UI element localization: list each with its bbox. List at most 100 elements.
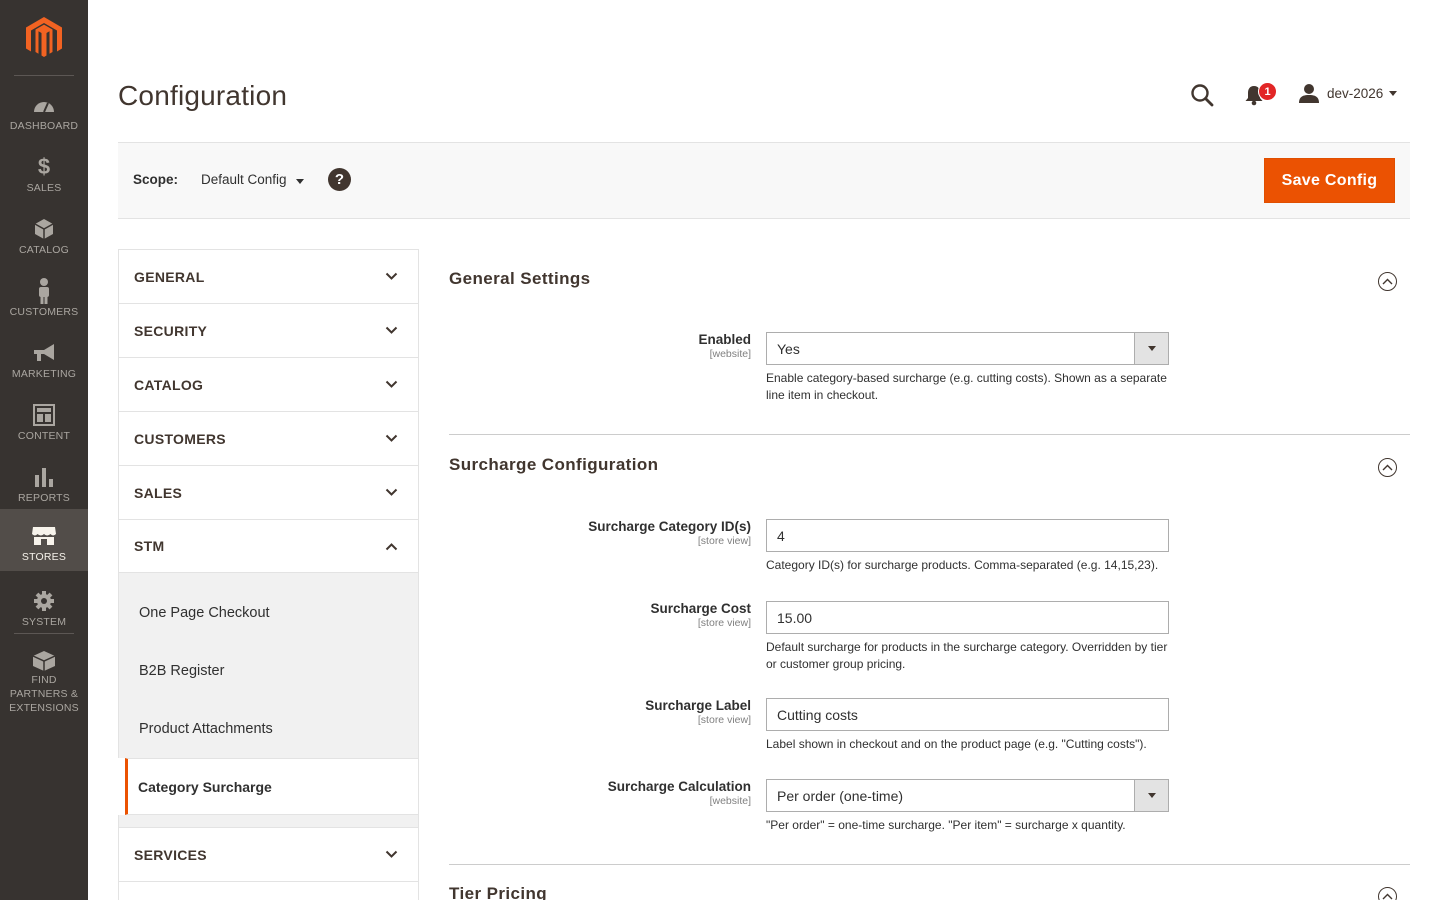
- field-scope: [store view]: [697, 617, 751, 629]
- tab-label: SALES: [134, 484, 183, 501]
- tab-customers[interactable]: CUSTOMERS: [118, 411, 419, 465]
- section-general-settings: General Settings Enabled [website] Yes E…: [449, 249, 1410, 435]
- surcharge-label-input[interactable]: Cutting costs: [766, 698, 1169, 731]
- field-row-enabled: Enabled [website] Yes Enable category-ba…: [449, 309, 1410, 409]
- enabled-select[interactable]: Yes: [766, 332, 1169, 365]
- tab-catalog[interactable]: CATALOG: [118, 357, 419, 411]
- config-content: General Settings Enabled [website] Yes E…: [449, 249, 1410, 900]
- chevron-down-icon: [1147, 793, 1156, 798]
- field-comment: Label shown in checkout and on the produ…: [766, 737, 1147, 751]
- tab-item-label: B2B Register: [139, 663, 225, 679]
- tab-general[interactable]: GENERAL: [118, 249, 419, 303]
- chevron-down-icon: [1389, 90, 1398, 96]
- save-config-button[interactable]: Save Config: [1264, 158, 1395, 203]
- surcharge-calculation-select[interactable]: Per order (one-time): [766, 779, 1169, 812]
- menu-divider: [14, 75, 74, 76]
- menu-item-catalog[interactable]: CATALOG: [0, 202, 88, 264]
- menu-item-marketing[interactable]: MARKETING: [0, 326, 88, 388]
- field-comment: Category ID(s) for surcharge products. C…: [766, 558, 1159, 572]
- user-icon: [1299, 84, 1319, 103]
- field-comment: "Per order" = one-time surcharge. "Per i…: [766, 818, 1126, 832]
- user-account-menu[interactable]: dev-2026: [1299, 82, 1398, 104]
- section-header[interactable]: General Settings: [449, 249, 1410, 309]
- field-row-label: Surcharge Label [store view] Cutting cos…: [449, 697, 1410, 757]
- tab-stm[interactable]: STM: [118, 519, 419, 572]
- tab-group-spacer: [118, 815, 419, 827]
- collapse-icon: [1378, 272, 1397, 291]
- tab-label: CUSTOMERS: [134, 430, 226, 447]
- scope-value: Default Config: [201, 172, 287, 187]
- field-label-text: Surcharge Label: [645, 698, 751, 713]
- tab-security[interactable]: SECURITY: [118, 303, 419, 357]
- field-label-text: Surcharge Calculation: [607, 779, 751, 794]
- category-ids-input[interactable]: 4: [766, 519, 1169, 552]
- tab-item-label: One Page Checkout: [139, 605, 270, 621]
- dollar-icon: $: [37, 154, 51, 179]
- select-value: Yes: [777, 340, 800, 357]
- tab-label: SECURITY: [134, 322, 208, 339]
- field-label-text: Surcharge Category ID(s): [588, 519, 751, 534]
- tab-next[interactable]: [118, 881, 419, 900]
- field-label-text: Enabled: [698, 332, 751, 347]
- storefront-icon: [31, 523, 57, 549]
- username: dev-2026: [1327, 85, 1384, 101]
- search-icon: [1191, 84, 1214, 107]
- menu-item-sales[interactable]: $ SALES: [0, 140, 88, 202]
- section-tier-pricing: Tier Pricing: [449, 865, 1410, 900]
- select-arrow: [1134, 780, 1168, 811]
- help-icon[interactable]: ?: [328, 168, 351, 191]
- chevron-down-icon: [295, 178, 304, 184]
- tab-item-product-attachments[interactable]: Product Attachments: [118, 700, 419, 758]
- bar-chart-icon: [34, 464, 54, 490]
- menu-item-customers[interactable]: CUSTOMERS: [0, 264, 88, 326]
- notification-count-badge: 1: [1258, 82, 1277, 101]
- surcharge-cost-input[interactable]: 15.00: [766, 601, 1169, 634]
- menu-item-stores[interactable]: STORES: [0, 509, 88, 571]
- tab-item-b2b-register[interactable]: B2B Register: [118, 642, 419, 700]
- menu-item-content[interactable]: CONTENT: [0, 388, 88, 450]
- tab-sales[interactable]: SALES: [118, 465, 419, 519]
- field-label-text: Surcharge Cost: [650, 601, 751, 616]
- menu-item-find-partners[interactable]: FIND PARTNERS & EXTENSIONS: [0, 636, 88, 714]
- magento-logo-icon: [26, 16, 62, 57]
- menu-label: FIND PARTNERS & EXTENSIONS: [9, 674, 79, 714]
- menu-item-reports[interactable]: REPORTS: [0, 450, 88, 512]
- select-value: Per order (one-time): [777, 787, 904, 804]
- chevron-down-icon: [385, 850, 398, 858]
- section-header[interactable]: Surcharge Configuration: [449, 435, 1410, 495]
- section-title: Tier Pricing: [449, 884, 548, 900]
- section-header[interactable]: Tier Pricing: [449, 865, 1410, 900]
- chevron-down-icon: [1147, 346, 1156, 351]
- admin-menu: DASHBOARD $ SALES CATALOG CUSTOMERS MARK…: [0, 0, 88, 900]
- field-control: Cutting costs Label shown in checkout an…: [766, 698, 1169, 753]
- menu-label: STORES: [21, 551, 67, 563]
- section-surcharge-configuration: Surcharge Configuration Surcharge Catego…: [449, 435, 1410, 865]
- tab-label: SERVICES: [134, 846, 207, 863]
- chevron-down-icon: [385, 272, 398, 280]
- tab-item-category-surcharge[interactable]: Category Surcharge: [125, 758, 419, 815]
- tab-services[interactable]: SERVICES: [118, 827, 419, 881]
- field-row-cost: Surcharge Cost [store view] 15.00 Defaul…: [449, 600, 1410, 675]
- menu-label: REPORTS: [18, 492, 70, 504]
- scope-switcher[interactable]: Default Config: [201, 172, 304, 187]
- tab-group-spacer: [118, 572, 419, 584]
- field-label: Surcharge Cost [store view]: [650, 601, 751, 629]
- menu-divider: [14, 633, 74, 634]
- tab-label: GENERAL: [134, 268, 205, 285]
- menu-item-system[interactable]: SYSTEM: [0, 574, 88, 636]
- global-search-button[interactable]: [1189, 82, 1215, 108]
- config-tabs: GENERAL SECURITY CATALOG CUSTOMERS SALES…: [118, 249, 419, 900]
- tab-item-one-page-checkout[interactable]: One Page Checkout: [118, 584, 419, 642]
- layout-icon: [33, 402, 55, 428]
- dashboard-icon: [32, 92, 56, 118]
- megaphone-icon: [32, 340, 56, 366]
- box-icon: [34, 216, 54, 242]
- menu-item-dashboard[interactable]: DASHBOARD: [0, 78, 88, 140]
- menu-label: SYSTEM: [21, 616, 67, 628]
- magento-logo[interactable]: [0, 0, 88, 75]
- puzzle-box-icon: [32, 650, 56, 672]
- chevron-down-icon: [385, 488, 398, 496]
- menu-label: DASHBOARD: [9, 120, 79, 132]
- field-label: Surcharge Category ID(s) [store view]: [588, 519, 751, 547]
- page-actions-bar: Scope: Default Config ? Save Config: [118, 142, 1410, 219]
